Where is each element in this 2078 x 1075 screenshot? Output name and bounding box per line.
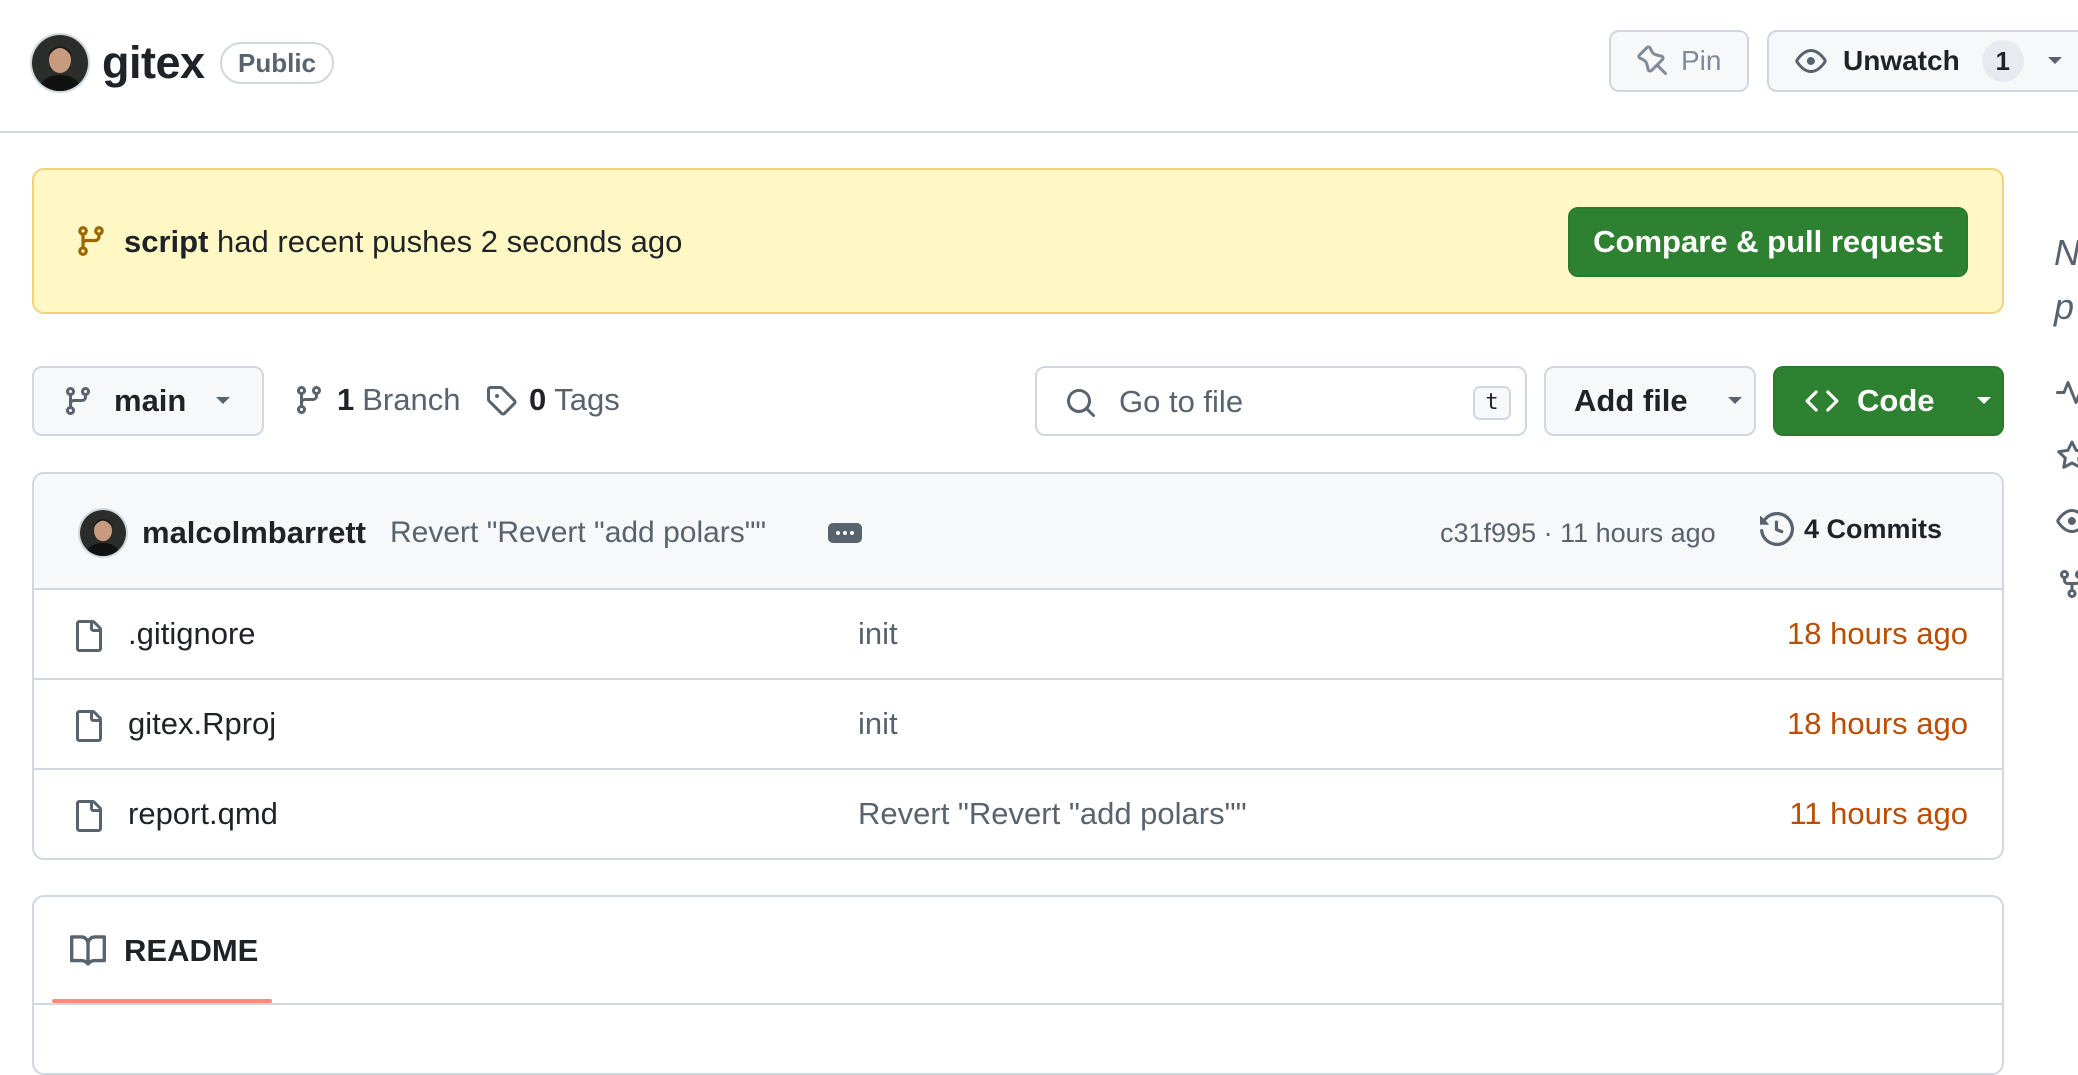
pulse-icon[interactable] [2056, 377, 2078, 409]
table-row: report.qmd Revert "Revert "add polars"" … [34, 770, 2002, 858]
pin-icon [1637, 45, 1668, 76]
visibility-badge: Public [220, 42, 335, 84]
banner-message: script had recent pushes 2 seconds ago [124, 222, 682, 262]
current-branch: main [114, 383, 187, 418]
branch-selector[interactable]: main [32, 366, 264, 436]
file-updated-time: 18 hours ago [1787, 616, 1968, 651]
push-message: had recent pushes 2 seconds ago [217, 224, 683, 259]
file-commit-message[interactable]: init [858, 614, 898, 654]
file-name[interactable]: report.qmd [128, 794, 278, 834]
code-label: Code [1857, 383, 1935, 418]
git-branch-icon [296, 386, 321, 415]
code-icon [1805, 390, 1839, 412]
recent-push-banner: script had recent pushes 2 seconds ago C… [32, 168, 2004, 314]
commit-author[interactable]: malcolmbarrett [142, 514, 366, 552]
file-name[interactable]: gitex.Rproj [128, 704, 276, 744]
star-icon[interactable] [2056, 440, 2078, 472]
repo-name[interactable]: gitex [102, 36, 205, 90]
keyboard-shortcut-hint: t [1473, 386, 1511, 420]
file-table: malcolmbarrett Revert "Revert "add polar… [32, 472, 2004, 860]
git-branch-icon [65, 387, 90, 416]
readme-panel: README [32, 895, 2004, 1075]
active-tab-underline [52, 999, 272, 1003]
chevron-down-icon [1976, 397, 1991, 404]
tag-count: 0 [529, 382, 547, 417]
expand-commit-message-button[interactable] [828, 523, 862, 543]
chevron-down-icon [216, 397, 231, 404]
tag-icon [487, 386, 517, 416]
owner-avatar[interactable] [32, 35, 88, 91]
book-icon [70, 935, 106, 966]
file-name[interactable]: .gitignore [128, 614, 256, 654]
pushed-branch-name[interactable]: script [124, 224, 208, 259]
file-commit-message[interactable]: init [858, 704, 898, 744]
search-input[interactable] [1117, 380, 1457, 424]
search-icon [1067, 389, 1096, 418]
commit-author-avatar[interactable] [80, 510, 126, 556]
table-row: gitex.Rproj init 18 hours ago [34, 680, 2002, 770]
fork-icon[interactable] [2056, 568, 2078, 600]
file-commit-message[interactable]: Revert "Revert "add polars"" [858, 794, 1247, 834]
commit-message[interactable]: Revert "Revert "add polars"" [390, 514, 766, 552]
add-file-button[interactable]: Add file [1544, 366, 1756, 436]
about-description-fragment: N [2054, 232, 2078, 273]
file-icon [76, 710, 102, 742]
tag-word: Tags [554, 382, 620, 417]
file-icon [76, 620, 102, 652]
pin-label: Pin [1681, 45, 1722, 76]
git-branch-icon [78, 226, 104, 256]
branches-link[interactable]: 1 Branch [293, 382, 460, 418]
go-to-file-search[interactable]: t [1035, 366, 1527, 436]
watch-button[interactable]: Unwatch 1 [1767, 30, 2078, 92]
watch-label: Unwatch [1843, 45, 1960, 76]
commits-count: 4 Commits [1804, 513, 1943, 544]
history-icon [1760, 512, 1794, 546]
readme-header: README [34, 897, 2002, 1005]
eye-icon [1795, 49, 1827, 73]
commits-history-link[interactable]: 4 Commits [1760, 512, 1942, 546]
table-row: .gitignore init 18 hours ago [34, 590, 2002, 680]
tab-readme[interactable]: README [70, 933, 258, 969]
about-description-fragment-2: p [2054, 286, 2075, 327]
eye-icon[interactable] [2056, 505, 2078, 537]
code-button[interactable]: Code [1773, 366, 2004, 436]
chevron-down-icon[interactable] [2046, 55, 2064, 67]
add-file-label: Add file [1574, 383, 1688, 418]
chevron-down-icon [1727, 397, 1742, 404]
compare-pull-request-button[interactable]: Compare & pull request [1568, 207, 1968, 277]
repo-header: gitex Public Pin Unwatch 1 [0, 0, 2078, 133]
file-updated-time: 11 hours ago [1789, 796, 1968, 831]
tags-link[interactable]: 0 Tags [485, 382, 620, 418]
pin-button[interactable]: Pin [1609, 30, 1749, 92]
readme-tab-label: README [124, 933, 259, 968]
latest-commit-bar: malcolmbarrett Revert "Revert "add polar… [34, 474, 2002, 590]
watch-count: 1 [1981, 40, 2024, 82]
branch-count: 1 [337, 382, 355, 417]
file-updated-time: 18 hours ago [1787, 706, 1968, 741]
branch-word: Branch [362, 382, 461, 417]
file-icon [76, 800, 102, 832]
commit-sha-time[interactable]: c31f995 · 11 hours ago [1440, 514, 1716, 552]
